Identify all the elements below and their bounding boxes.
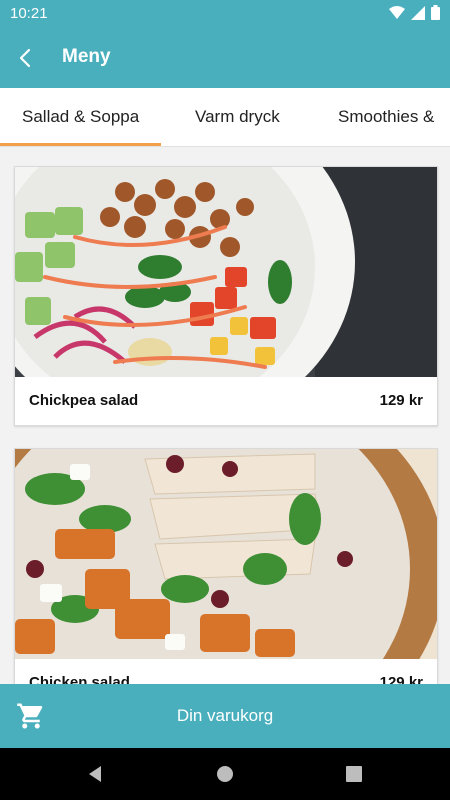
status-icons [389,5,440,20]
menu-item-price: 129 kr [379,392,423,409]
cart-label: Din varukorg [176,706,274,725]
menu-item-name: Chickpea salad [29,392,139,409]
chicken-salad-photo [15,449,437,659]
signal-icon [411,5,425,20]
menu-item-caption: Chickpea salad 129 kr [15,377,437,425]
menu-list: Chickpea salad 129 kr Chicken salad 129 … [0,146,450,684]
menu-item-price: 129 kr [379,674,423,684]
nav-home-icon[interactable] [213,762,237,786]
nav-back-icon[interactable] [83,762,107,786]
status-bar: 10:21 [0,0,450,28]
cart-bar[interactable]: Din varukorg [0,684,450,748]
status-time: 10:21 [10,5,48,22]
chickpea-salad-photo [15,167,437,377]
menu-item-name: Chicken salad [29,674,130,684]
category-tabs: Sallad & Soppa Varm dryck Smoothies & [0,88,450,147]
back-arrow-icon[interactable] [12,44,40,72]
tab-sallad-soppa[interactable]: Sallad & Soppa [0,88,162,146]
app-bar: Meny [0,28,450,88]
nav-recents-icon[interactable] [342,762,366,786]
system-nav-bar [0,748,450,800]
battery-icon [431,5,440,20]
menu-item-caption: Chicken salad 129 kr [15,659,437,684]
wifi-icon [389,5,405,19]
tab-varm-dryck[interactable]: Varm dryck [195,88,280,146]
menu-item-card[interactable]: Chickpea salad 129 kr [14,166,438,426]
menu-item-card[interactable]: Chicken salad 129 kr [14,448,438,684]
page-title: Meny [62,46,111,67]
tab-smoothies[interactable]: Smoothies & [338,88,434,146]
